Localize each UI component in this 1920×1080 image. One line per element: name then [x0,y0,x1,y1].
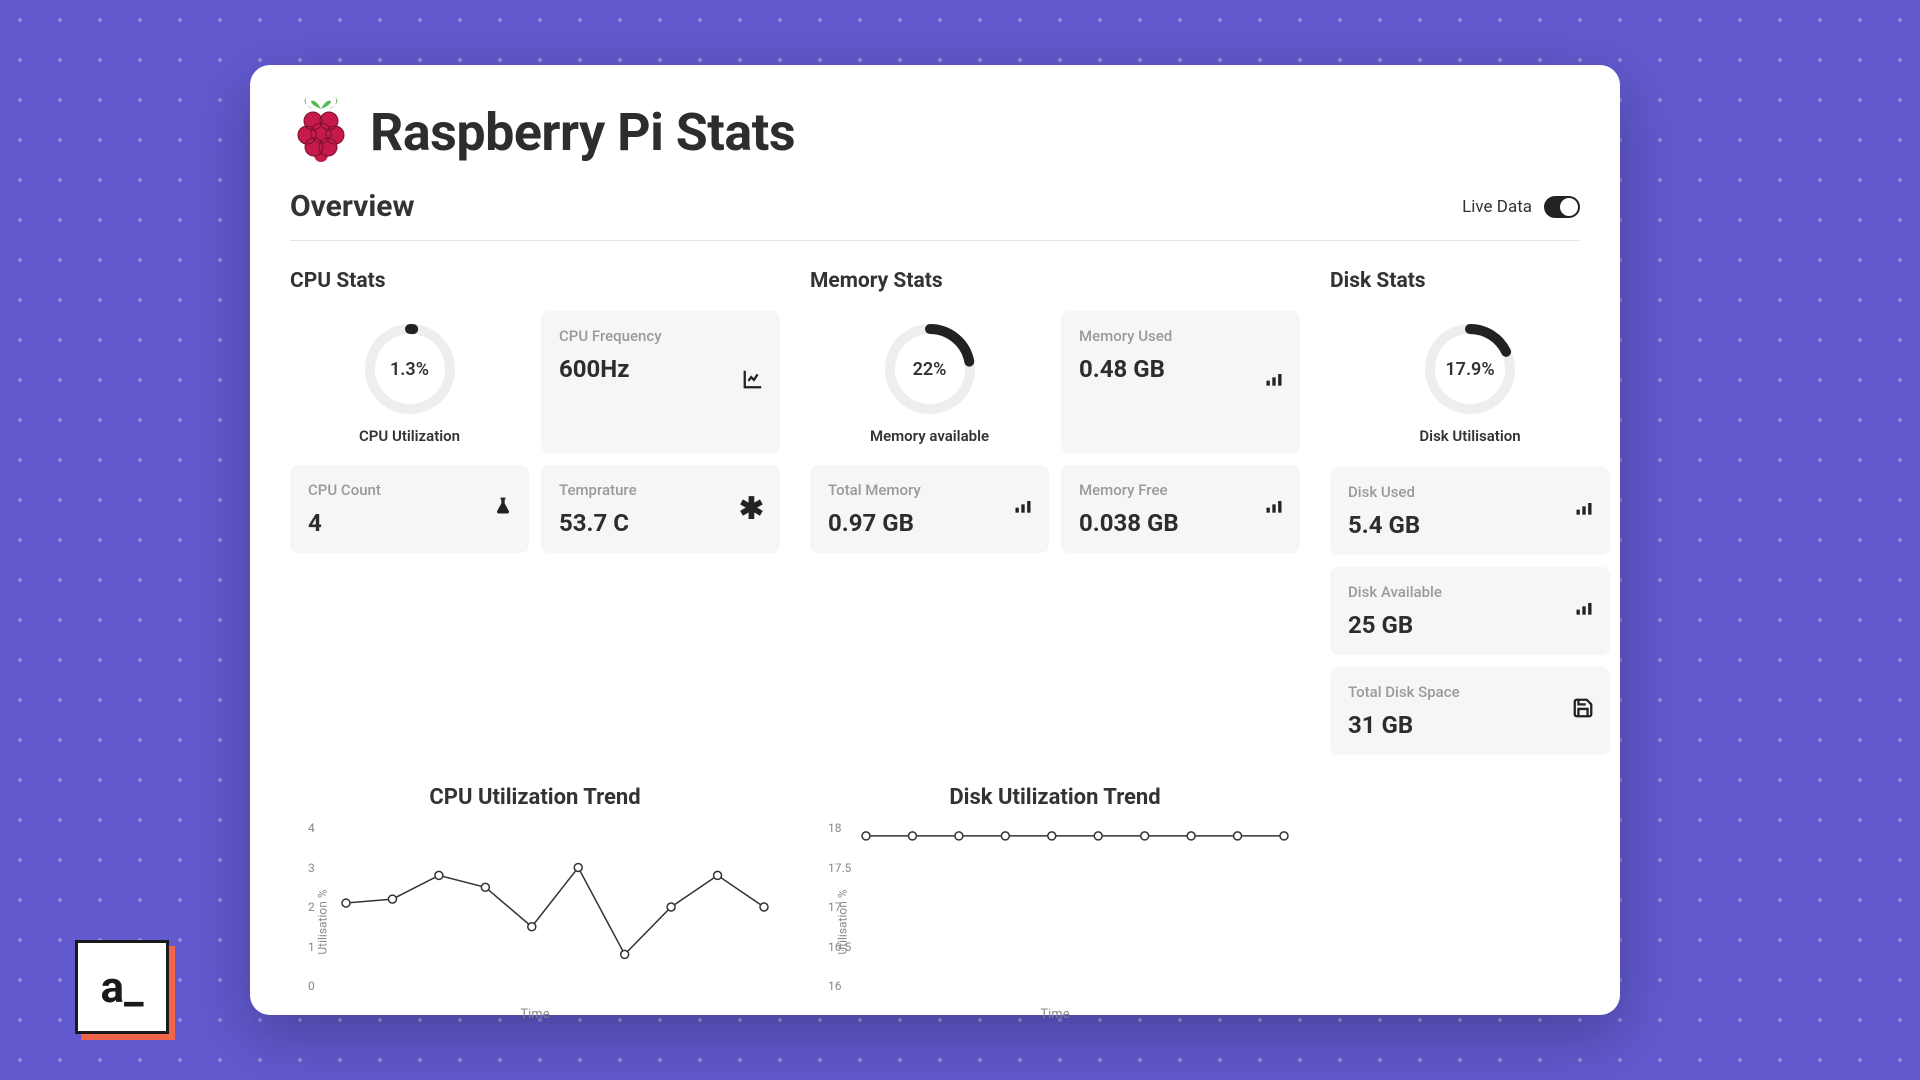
raspberry-pi-icon [290,95,352,169]
page-title: Raspberry Pi Stats [370,102,795,163]
memory-used-value: 0.48 GB [1079,355,1282,383]
cpu-trend-ylabel: Utilisation % [316,889,330,954]
memory-avail-label: Memory available [870,427,989,445]
cpu-temp-card: Temprature 53.7 C ✱ [541,465,780,553]
memory-avail-gauge: 22% Memory available [810,311,1049,453]
disk-available-label: Disk Available [1348,583,1592,601]
disk-util-gauge: 17.9% Disk Utilisation [1330,311,1610,453]
cpu-count-label: CPU Count [308,481,511,499]
cpu-trend-title: CPU Utilization Trend [290,785,780,810]
memory-free-value: 0.038 GB [1079,509,1282,537]
chart-line-icon [742,368,764,396]
disk-used-label: Disk Used [1348,483,1592,501]
memory-free-label: Memory Free [1079,481,1282,499]
live-data-toggle[interactable] [1544,196,1580,218]
disk-used-value: 5.4 GB [1348,511,1592,539]
cpu-trend-xlabel: Time [520,1007,549,1022]
cpu-trend-chart: CPU Utilization Trend Utilisation % Time… [290,785,780,1022]
cpu-util-gauge: 1.3% CPU Utilization [290,311,529,453]
cpu-frequency-card: CPU Frequency 600Hz [541,311,780,453]
memory-total-label: Total Memory [828,481,1031,499]
disk-stats-title: Disk Stats [1330,269,1610,293]
memory-free-card: Memory Free 0.038 GB [1061,465,1300,553]
disk-trend-xlabel: Time [1040,1007,1069,1022]
memory-stats-section: Memory Stats 22% Memory available Memory… [810,269,1300,767]
memory-total-card: Total Memory 0.97 GB [810,465,1049,553]
cpu-frequency-label: CPU Frequency [559,327,762,345]
memory-avail-pct: 22% [880,319,980,419]
memory-total-value: 0.97 GB [828,509,1031,537]
dashboard-card: Raspberry Pi Stats Overview Live Data CP… [250,65,1620,1015]
save-icon [1572,697,1594,725]
disk-util-pct: 17.9% [1420,319,1520,419]
memory-used-label: Memory Used [1079,327,1282,345]
memory-stats-title: Memory Stats [810,269,1300,293]
disk-trend-chart: Disk Utilization Trend Utilisation % Tim… [810,785,1300,1022]
bars-icon [1013,496,1033,522]
appsmith-logo: a_ [75,940,175,1040]
bars-icon [1264,369,1284,395]
cpu-stats-title: CPU Stats [290,269,780,293]
bars-icon [1574,498,1594,524]
header: Raspberry Pi Stats [290,95,1580,169]
overview-row: Overview Live Data [290,189,1580,241]
cpu-util-label: CPU Utilization [359,427,460,445]
cpu-util-pct: 1.3% [360,319,460,419]
cpu-count-card: CPU Count 4 [290,465,529,553]
cpu-temp-label: Temprature [559,481,762,499]
cpu-stats-section: CPU Stats 1.3% CPU Utilization CPU Frequ… [290,269,780,767]
disk-available-value: 25 GB [1348,611,1592,639]
bars-icon [1574,598,1594,624]
disk-total-value: 31 GB [1348,711,1592,739]
disk-used-card: Disk Used 5.4 GB [1330,467,1610,555]
flask-icon [493,495,513,523]
disk-util-label: Disk Utilisation [1419,427,1520,445]
disk-trend-title: Disk Utilization Trend [810,785,1300,810]
cpu-temp-value: 53.7 C [559,509,762,537]
disk-total-card: Total Disk Space 31 GB [1330,667,1610,755]
live-data-label: Live Data [1462,197,1532,217]
memory-used-card: Memory Used 0.48 GB [1061,311,1300,453]
disk-stats-section: Disk Stats 17.9% Disk Utilisation Disk U… [1330,269,1610,767]
cpu-frequency-value: 600Hz [559,355,762,383]
disk-available-card: Disk Available 25 GB [1330,567,1610,655]
cpu-count-value: 4 [308,509,511,537]
disk-total-label: Total Disk Space [1348,683,1592,701]
asterisk-icon: ✱ [739,492,764,527]
appsmith-logo-text: a_ [75,940,169,1034]
live-data-control: Live Data [1462,196,1580,218]
bars-icon [1264,496,1284,522]
overview-title: Overview [290,189,415,224]
